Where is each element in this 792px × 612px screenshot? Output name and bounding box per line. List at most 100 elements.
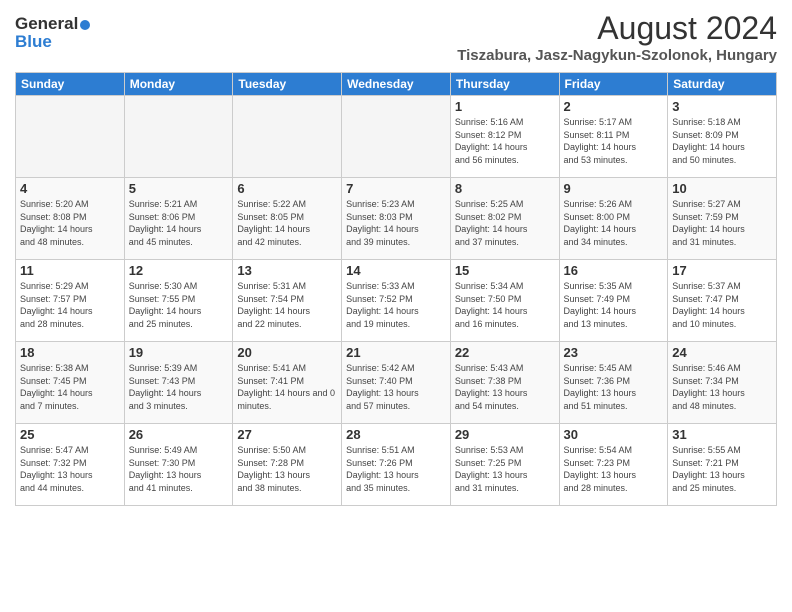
calendar-cell: 20Sunrise: 5:41 AM Sunset: 7:41 PM Dayli…: [233, 342, 342, 424]
day-number: 7: [346, 181, 446, 196]
calendar-cell: 16 Sunrise: 5:35 AM Sunset: 7:49 PM Dayli…: [559, 260, 668, 342]
weekday-header-tuesday: Tuesday: [233, 73, 342, 96]
day-number: 28: [346, 427, 446, 442]
calendar-cell: 1Sunrise: 5:16 AM Sunset: 8:12 PM Daylig…: [450, 96, 559, 178]
day-info: Sunrise: 5:29 AM Sunset: 7:57 PM Dayligh…: [20, 280, 120, 330]
day-number: 17: [672, 263, 772, 278]
day-info: Sunrise: 5:18 AM Sunset: 8:09 PM Dayligh…: [672, 116, 772, 166]
day-number: 22: [455, 345, 555, 360]
day-info: Sunrise: 5:43 AM Sunset: 7:38 PM Dayligh…: [455, 362, 555, 412]
day-info: Sunrise: 5:26 AM Sunset: 8:00 PM Dayligh…: [564, 198, 664, 248]
day-info: Sunrise: 5:35 AM Sunset: 7:49 PM Dayligh…: [564, 280, 664, 330]
calendar-cell: 30 Sunrise: 5:54 AM Sunset: 7:23 PM Dayli…: [559, 424, 668, 506]
day-info: Sunrise: 5:25 AM Sunset: 8:02 PM Dayligh…: [455, 198, 555, 248]
day-number: 14: [346, 263, 446, 278]
calendar-cell: [16, 96, 125, 178]
calendar-cell: 5 Sunrise: 5:21 AM Sunset: 8:06 PM Daylig…: [124, 178, 233, 260]
calendar-cell: [233, 96, 342, 178]
day-info: Sunrise: 5:54 AM Sunset: 7:23 PM Dayligh…: [564, 444, 664, 494]
day-info: Sunrise: 5:17 AM Sunset: 8:11 PM Dayligh…: [564, 116, 664, 166]
calendar-cell: 22 Sunrise: 5:43 AM Sunset: 7:38 PM Dayli…: [450, 342, 559, 424]
day-info: Sunrise: 5:21 AM Sunset: 8:06 PM Dayligh…: [129, 198, 229, 248]
weekday-header-row: SundayMondayTuesdayWednesdayThursdayFrid…: [16, 73, 777, 96]
day-number: 20: [237, 345, 337, 360]
day-number: 1: [455, 99, 555, 114]
logo-blue-text: Blue: [15, 32, 52, 52]
calendar-table: SundayMondayTuesdayWednesdayThursdayFrid…: [15, 72, 777, 506]
calendar-cell: 31Sunrise: 5:55 AM Sunset: 7:21 PM Dayli…: [668, 424, 777, 506]
week-row-4: 18 Sunrise: 5:38 AM Sunset: 7:45 PM Dayli…: [16, 342, 777, 424]
calendar-cell: 21Sunrise: 5:42 AM Sunset: 7:40 PM Dayli…: [342, 342, 451, 424]
day-number: 18: [20, 345, 120, 360]
calendar-cell: 4 Sunrise: 5:20 AM Sunset: 8:08 PM Daylig…: [16, 178, 125, 260]
day-info: Sunrise: 5:22 AM Sunset: 8:05 PM Dayligh…: [237, 198, 337, 248]
day-info: Sunrise: 5:46 AM Sunset: 7:34 PM Dayligh…: [672, 362, 772, 412]
day-number: 13: [237, 263, 337, 278]
day-number: 5: [129, 181, 229, 196]
day-number: 24: [672, 345, 772, 360]
calendar-cell: 8Sunrise: 5:25 AM Sunset: 8:02 PM Daylig…: [450, 178, 559, 260]
day-number: 6: [237, 181, 337, 196]
day-info: Sunrise: 5:53 AM Sunset: 7:25 PM Dayligh…: [455, 444, 555, 494]
calendar-cell: 19Sunrise: 5:39 AM Sunset: 7:43 PM Dayli…: [124, 342, 233, 424]
day-info: Sunrise: 5:45 AM Sunset: 7:36 PM Dayligh…: [564, 362, 664, 412]
day-info: Sunrise: 5:51 AM Sunset: 7:26 PM Dayligh…: [346, 444, 446, 494]
logo-text: General: [15, 14, 90, 34]
day-number: 30: [564, 427, 664, 442]
calendar-cell: 11Sunrise: 5:29 AM Sunset: 7:57 PM Dayli…: [16, 260, 125, 342]
calendar-cell: 23Sunrise: 5:45 AM Sunset: 7:36 PM Dayli…: [559, 342, 668, 424]
week-row-3: 11Sunrise: 5:29 AM Sunset: 7:57 PM Dayli…: [16, 260, 777, 342]
day-info: Sunrise: 5:20 AM Sunset: 8:08 PM Dayligh…: [20, 198, 120, 248]
calendar-cell: 10 Sunrise: 5:27 AM Sunset: 7:59 PM Dayli…: [668, 178, 777, 260]
day-number: 3: [672, 99, 772, 114]
calendar-cell: 29Sunrise: 5:53 AM Sunset: 7:25 PM Dayli…: [450, 424, 559, 506]
day-number: 19: [129, 345, 229, 360]
month-title: August 2024: [457, 10, 777, 47]
calendar-cell: 28 Sunrise: 5:51 AM Sunset: 7:26 PM Dayli…: [342, 424, 451, 506]
week-row-5: 25 Sunrise: 5:47 AM Sunset: 7:32 PM Dayli…: [16, 424, 777, 506]
day-info: Sunrise: 5:23 AM Sunset: 8:03 PM Dayligh…: [346, 198, 446, 248]
day-number: 10: [672, 181, 772, 196]
day-info: Sunrise: 5:55 AM Sunset: 7:21 PM Dayligh…: [672, 444, 772, 494]
day-number: 15: [455, 263, 555, 278]
calendar-cell: 26Sunrise: 5:49 AM Sunset: 7:30 PM Dayli…: [124, 424, 233, 506]
calendar-cell: 17Sunrise: 5:37 AM Sunset: 7:47 PM Dayli…: [668, 260, 777, 342]
day-info: Sunrise: 5:30 AM Sunset: 7:55 PM Dayligh…: [129, 280, 229, 330]
day-info: Sunrise: 5:27 AM Sunset: 7:59 PM Dayligh…: [672, 198, 772, 248]
calendar-cell: 15Sunrise: 5:34 AM Sunset: 7:50 PM Dayli…: [450, 260, 559, 342]
weekday-header-friday: Friday: [559, 73, 668, 96]
calendar-cell: 14 Sunrise: 5:33 AM Sunset: 7:52 PM Dayli…: [342, 260, 451, 342]
week-row-2: 4 Sunrise: 5:20 AM Sunset: 8:08 PM Daylig…: [16, 178, 777, 260]
weekday-header-saturday: Saturday: [668, 73, 777, 96]
calendar-cell: 18 Sunrise: 5:38 AM Sunset: 7:45 PM Dayli…: [16, 342, 125, 424]
calendar-cell: 2Sunrise: 5:17 AM Sunset: 8:11 PM Daylig…: [559, 96, 668, 178]
weekday-header-wednesday: Wednesday: [342, 73, 451, 96]
day-number: 4: [20, 181, 120, 196]
day-info: Sunrise: 5:31 AM Sunset: 7:54 PM Dayligh…: [237, 280, 337, 330]
day-number: 9: [564, 181, 664, 196]
header: General Blue August 2024 Tiszabura, Jasz…: [15, 10, 777, 64]
calendar-cell: 7 Sunrise: 5:23 AM Sunset: 8:03 PM Daylig…: [342, 178, 451, 260]
day-number: 16: [564, 263, 664, 278]
calendar-cell: 3 Sunrise: 5:18 AM Sunset: 8:09 PM Daylig…: [668, 96, 777, 178]
day-number: 27: [237, 427, 337, 442]
day-number: 25: [20, 427, 120, 442]
logo-general: General: [15, 14, 78, 33]
weekday-header-monday: Monday: [124, 73, 233, 96]
weekday-header-sunday: Sunday: [16, 73, 125, 96]
calendar-cell: 12Sunrise: 5:30 AM Sunset: 7:55 PM Dayli…: [124, 260, 233, 342]
calendar-cell: [124, 96, 233, 178]
location-title: Tiszabura, Jasz-Nagykun-Szolonok, Hungar…: [457, 47, 777, 64]
day-info: Sunrise: 5:33 AM Sunset: 7:52 PM Dayligh…: [346, 280, 446, 330]
calendar-cell: 9 Sunrise: 5:26 AM Sunset: 8:00 PM Daylig…: [559, 178, 668, 260]
calendar-cell: 6 Sunrise: 5:22 AM Sunset: 8:05 PM Daylig…: [233, 178, 342, 260]
calendar-cell: 27 Sunrise: 5:50 AM Sunset: 7:28 PM Dayli…: [233, 424, 342, 506]
week-row-1: 1Sunrise: 5:16 AM Sunset: 8:12 PM Daylig…: [16, 96, 777, 178]
day-info: Sunrise: 5:38 AM Sunset: 7:45 PM Dayligh…: [20, 362, 120, 412]
day-info: Sunrise: 5:50 AM Sunset: 7:28 PM Dayligh…: [237, 444, 337, 494]
day-info: Sunrise: 5:42 AM Sunset: 7:40 PM Dayligh…: [346, 362, 446, 412]
logo-circle-icon: [80, 20, 90, 30]
logo: General Blue: [15, 10, 90, 52]
main-container: General Blue August 2024 Tiszabura, Jasz…: [0, 0, 792, 511]
day-info: Sunrise: 5:47 AM Sunset: 7:32 PM Dayligh…: [20, 444, 120, 494]
